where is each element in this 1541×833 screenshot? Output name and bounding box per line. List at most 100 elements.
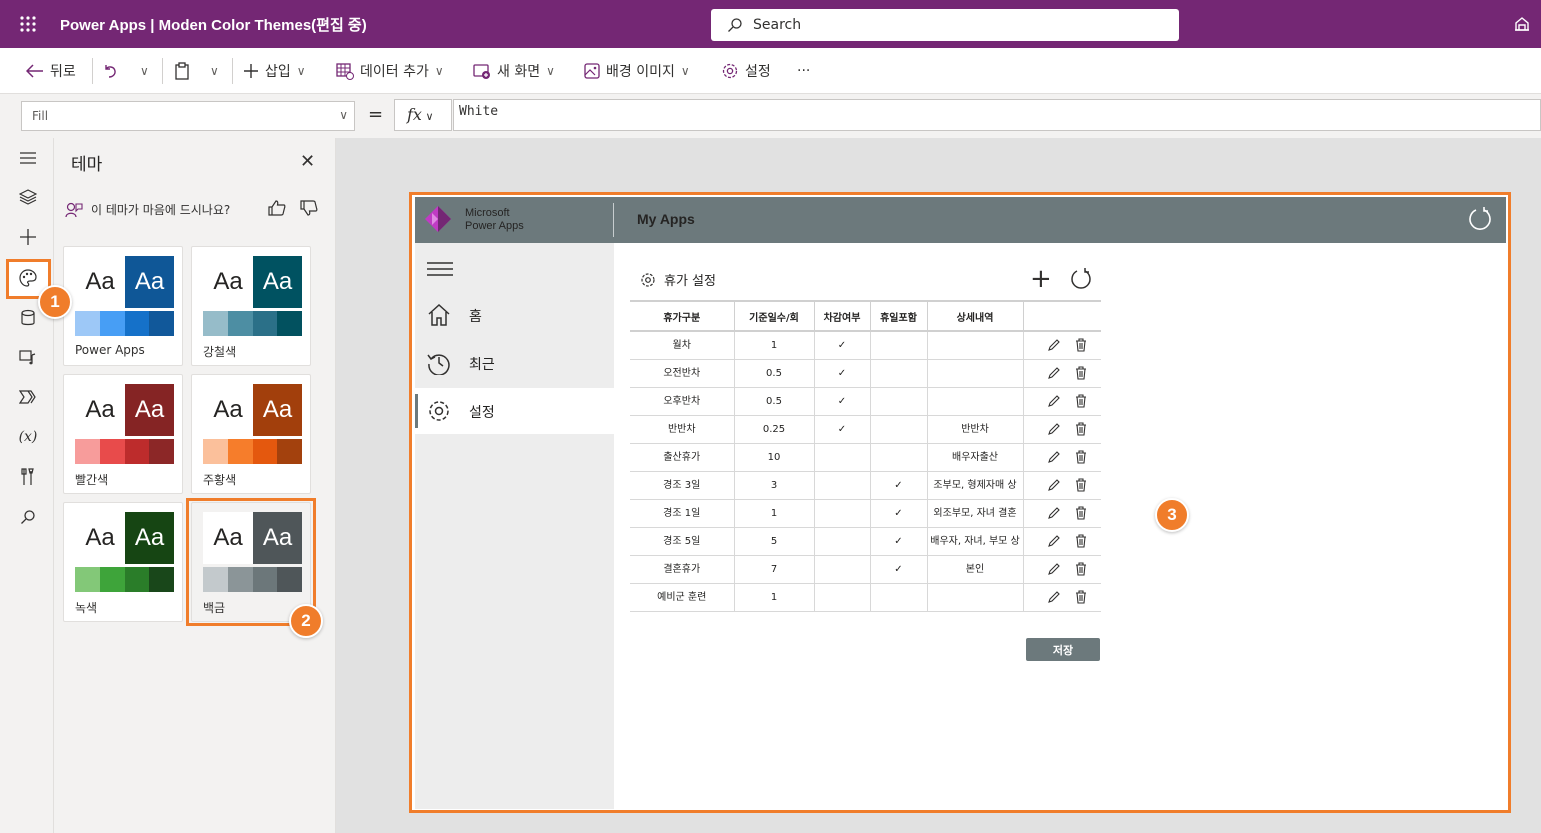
edit-icon[interactable] xyxy=(1047,590,1061,604)
undo-button[interactable] xyxy=(102,60,118,82)
undo-dropdown[interactable]: ∨ xyxy=(140,60,149,82)
theme-sample-dark: Aa xyxy=(125,256,174,308)
table-row[interactable]: 예비군 훈련 1 xyxy=(630,583,1101,612)
delete-icon[interactable] xyxy=(1075,338,1087,352)
edit-icon[interactable] xyxy=(1047,394,1061,408)
step-badge: 3 xyxy=(1155,498,1189,532)
table-cell: 조부모, 형제자매 상 xyxy=(927,471,1024,500)
table-row[interactable]: 오전반차 0.5 ✓ xyxy=(630,359,1101,388)
table-cell xyxy=(870,331,928,360)
table-cell: ✓ xyxy=(870,527,928,556)
theme-name: Power Apps xyxy=(75,343,145,357)
table-cell: 반반차 xyxy=(927,415,1024,444)
table-header-row: 휴가구분 기준일수/회 차감여부 휴일포함 상세내역 xyxy=(630,300,1101,332)
refresh-icon[interactable] xyxy=(1069,267,1093,291)
theme-name: 녹색 xyxy=(75,601,98,615)
new-screen-button[interactable]: 새 화면 ∨ xyxy=(473,60,555,82)
edit-icon[interactable] xyxy=(1047,450,1061,464)
table-cell xyxy=(814,471,871,500)
back-button[interactable]: 뒤로 xyxy=(26,60,76,82)
paste-dropdown[interactable]: ∨ xyxy=(210,60,219,82)
row-actions xyxy=(1023,583,1101,612)
edit-icon[interactable] xyxy=(1047,366,1061,380)
edit-icon[interactable] xyxy=(1047,338,1061,352)
search-icon[interactable] xyxy=(17,506,39,528)
database-icon[interactable] xyxy=(17,307,39,329)
table-row[interactable]: 오후반차 0.5 ✓ xyxy=(630,387,1101,416)
tools-icon[interactable] xyxy=(17,466,39,488)
table-row[interactable]: 결혼휴가 7 ✓ 본인 xyxy=(630,555,1101,584)
palette-icon[interactable] xyxy=(17,267,39,289)
table-row[interactable]: 경조 5일 5 ✓ 배우자, 자녀, 부모 상 xyxy=(630,527,1101,556)
more-icon: ··· xyxy=(797,63,811,79)
paste-button[interactable] xyxy=(174,60,190,82)
edit-icon[interactable] xyxy=(1047,562,1061,576)
delete-icon[interactable] xyxy=(1075,534,1087,548)
table-row[interactable]: 반반차 0.25 ✓ 반반차 xyxy=(630,415,1101,444)
row-actions xyxy=(1023,471,1101,500)
hamburger-icon[interactable] xyxy=(427,261,453,277)
property-dropdown[interactable]: Fill ∨ xyxy=(21,101,355,131)
theme-card-orange[interactable]: Aa Aa 주황색 xyxy=(191,374,311,494)
nav-item-home[interactable]: 홈 xyxy=(415,292,614,338)
delete-icon[interactable] xyxy=(1075,450,1087,464)
table-row[interactable]: 출산휴가 10 배우자출산 xyxy=(630,443,1101,472)
delete-icon[interactable] xyxy=(1075,422,1087,436)
power-automate-icon[interactable] xyxy=(17,386,39,408)
table-row[interactable]: 경조 1일 1 ✓ 외조부모, 자녀 결혼 xyxy=(630,499,1101,528)
delete-icon[interactable] xyxy=(1075,394,1087,408)
theme-card-red[interactable]: Aa Aa 빨간색 xyxy=(63,374,183,494)
nav-item-settings[interactable]: 설정 xyxy=(415,388,614,434)
delete-icon[interactable] xyxy=(1075,478,1087,492)
thumbs-down-icon[interactable] xyxy=(300,200,318,216)
formula-input[interactable]: White xyxy=(453,99,1541,131)
background-image-button[interactable]: 배경 이미지 ∨ xyxy=(584,60,690,82)
table-cell: 0.5 xyxy=(734,387,815,416)
insert-button[interactable]: 삽입 ∨ xyxy=(243,60,306,82)
feedback-prompt: 이 테마가 마음에 드시나요? xyxy=(65,201,230,218)
table-cell: 경조 5일 xyxy=(630,527,735,556)
environment-icon[interactable] xyxy=(1513,15,1531,33)
table-cell xyxy=(870,443,928,472)
menu-icon[interactable] xyxy=(17,147,39,169)
table-row[interactable]: 경조 3일 3 ✓ 조부모, 형제자매 상 xyxy=(630,471,1101,500)
search-placeholder: Search xyxy=(753,17,802,33)
nav-label: 홈 xyxy=(469,309,482,325)
add-data-button[interactable]: 데이터 추가 ∨ xyxy=(336,60,444,82)
settings-button[interactable]: 설정 xyxy=(721,60,771,82)
more-button[interactable]: ··· xyxy=(797,60,810,82)
theme-card-green[interactable]: Aa Aa 녹색 xyxy=(63,502,183,622)
search-box[interactable]: Search xyxy=(711,9,1179,41)
add-icon[interactable]: + xyxy=(1030,266,1052,292)
panel-title: 테마 xyxy=(71,155,103,175)
delete-icon[interactable] xyxy=(1075,562,1087,576)
nav-item-recent[interactable]: 최근 xyxy=(415,340,614,386)
variables-icon[interactable]: (x) xyxy=(17,426,39,448)
table-cell xyxy=(870,387,928,416)
theme-card-power-apps[interactable]: Aa Aa Power Apps xyxy=(63,246,183,366)
edit-icon[interactable] xyxy=(1047,478,1061,492)
theme-swatches xyxy=(203,311,302,336)
table-row[interactable]: 월차 1 ✓ xyxy=(630,331,1101,360)
delete-icon[interactable] xyxy=(1075,590,1087,604)
save-button[interactable]: 저장 xyxy=(1026,638,1100,661)
power-apps-logo-icon xyxy=(425,206,451,232)
media-icon[interactable] xyxy=(17,346,39,368)
theme-card-steel[interactable]: Aa Aa 강철색 xyxy=(191,246,311,366)
table-cell xyxy=(927,331,1024,360)
delete-icon[interactable] xyxy=(1075,506,1087,520)
property-value: Fill xyxy=(32,109,49,123)
insert-icon[interactable] xyxy=(17,226,39,248)
edit-icon[interactable] xyxy=(1047,422,1061,436)
delete-icon[interactable] xyxy=(1075,366,1087,380)
edit-icon[interactable] xyxy=(1047,534,1061,548)
close-icon[interactable]: ✕ xyxy=(300,151,315,172)
app-launcher-icon[interactable] xyxy=(18,14,38,34)
fx-button[interactable]: fx ∨ xyxy=(394,99,452,131)
column-header xyxy=(1023,300,1101,332)
layers-icon[interactable] xyxy=(17,186,39,208)
refresh-icon[interactable] xyxy=(1467,206,1493,232)
theme-sample-light: Aa xyxy=(75,384,125,436)
thumbs-up-icon[interactable] xyxy=(268,200,286,216)
edit-icon[interactable] xyxy=(1047,506,1061,520)
